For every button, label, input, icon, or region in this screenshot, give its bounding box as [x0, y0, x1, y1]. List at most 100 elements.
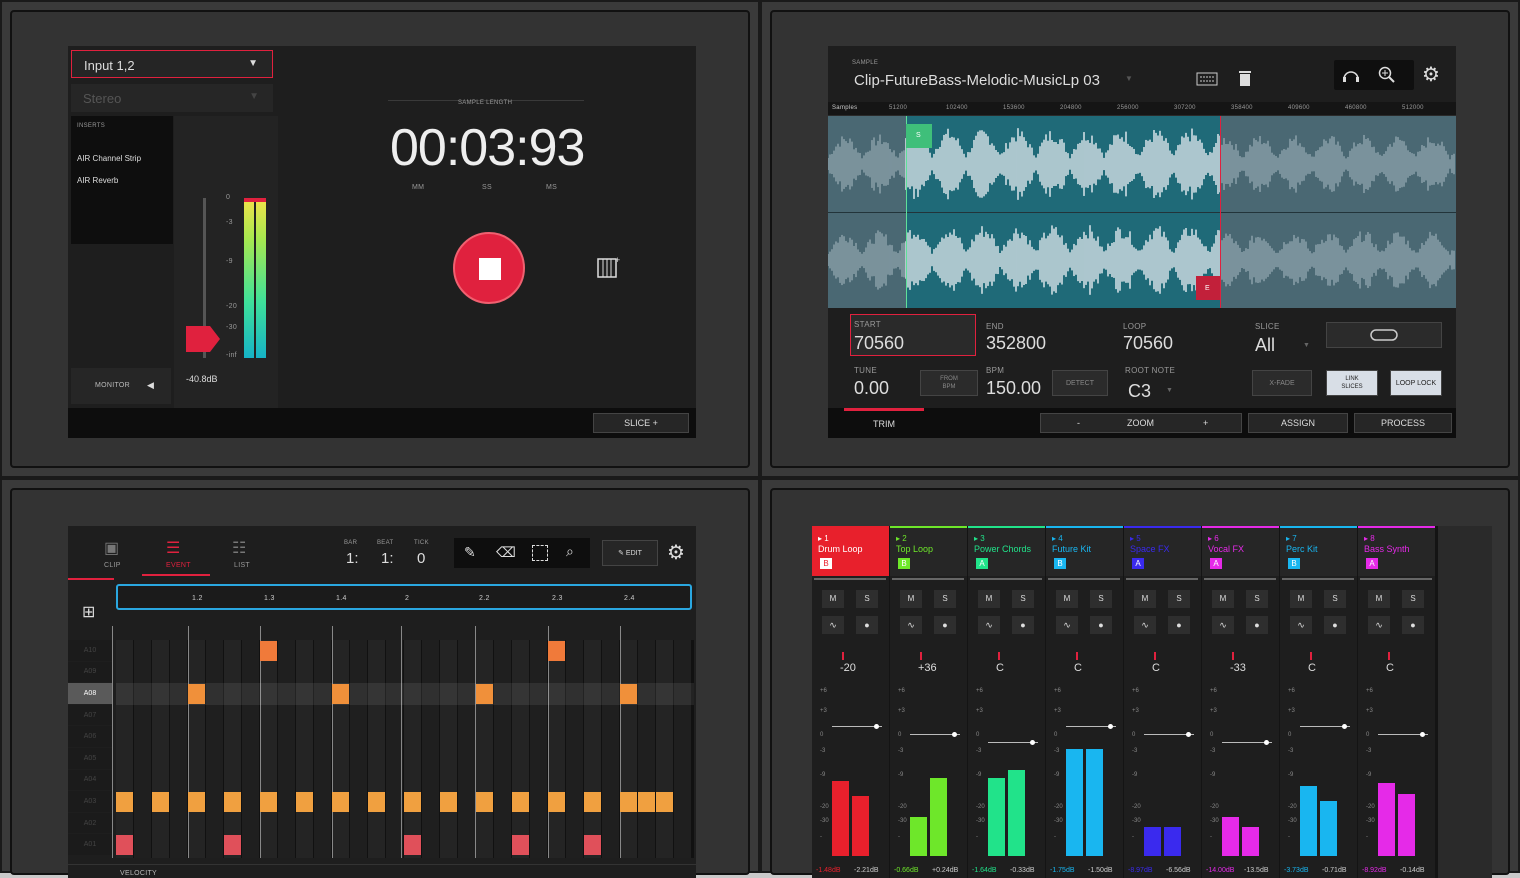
loop-value[interactable]: 70560	[1123, 333, 1173, 354]
record-arm-icon[interactable]: ●	[1090, 616, 1112, 634]
note-event[interactable]	[116, 792, 133, 812]
pan-value[interactable]: C	[1152, 662, 1160, 674]
pad-row-label[interactable]: A03	[68, 791, 112, 812]
note-event[interactable]	[188, 684, 205, 704]
pad-row-label[interactable]: A10	[68, 640, 112, 661]
mode-select[interactable]: Stereo ▼	[71, 84, 273, 112]
fader-handle[interactable]	[1264, 740, 1269, 745]
note-event[interactable]	[296, 792, 313, 812]
note-event[interactable]	[512, 792, 529, 812]
note-event[interactable]	[584, 835, 601, 855]
loop-lock-button[interactable]: LOOP LOCK	[1390, 370, 1442, 396]
pan-value[interactable]: C	[996, 662, 1004, 674]
automation-icon[interactable]: ∿	[1134, 616, 1156, 634]
pad-row-label[interactable]: A09	[68, 661, 112, 683]
sample-name[interactable]: Clip-FutureBass-Melodic-MusicLp 03	[854, 72, 1100, 89]
solo-button[interactable]: S	[1012, 590, 1034, 608]
note-event[interactable]	[512, 835, 529, 855]
zoom-icon[interactable]	[1378, 66, 1396, 84]
mute-button[interactable]: M	[900, 590, 922, 608]
fader-handle[interactable]	[1420, 732, 1425, 737]
mute-button[interactable]: M	[1368, 590, 1390, 608]
note-event[interactable]	[548, 641, 565, 661]
solo-button[interactable]: S	[934, 590, 956, 608]
note-event[interactable]	[260, 641, 277, 661]
pad-row-label[interactable]: A01	[68, 834, 112, 855]
pad-row-label[interactable]: A06	[68, 726, 112, 747]
solo-button[interactable]: S	[1246, 590, 1268, 608]
solo-button[interactable]: S	[856, 590, 878, 608]
note-event[interactable]	[656, 792, 673, 812]
mute-button[interactable]: M	[978, 590, 1000, 608]
note-event[interactable]	[224, 835, 241, 855]
note-event[interactable]	[620, 684, 637, 704]
keyboard-plus-icon[interactable]: +	[596, 254, 622, 280]
tick-value[interactable]: 0	[417, 550, 425, 567]
tab-clip[interactable]: ▣ CLIP	[70, 536, 130, 580]
note-event[interactable]	[224, 792, 241, 812]
assign-button[interactable]: ASSIGN	[1248, 413, 1348, 433]
note-event[interactable]	[332, 684, 349, 704]
bpm-value[interactable]: 150.00	[986, 378, 1041, 399]
note-event[interactable]	[620, 792, 637, 812]
pan-value[interactable]: -33	[1230, 662, 1246, 674]
record-arm-icon[interactable]: ●	[1012, 616, 1034, 634]
tab-trim[interactable]: TRIM	[844, 414, 924, 434]
zoom-icon[interactable]: ⌕	[566, 543, 574, 560]
pan-value[interactable]: C	[1074, 662, 1082, 674]
solo-button[interactable]: S	[1324, 590, 1346, 608]
record-arm-icon[interactable]: ●	[1246, 616, 1268, 634]
note-event[interactable]	[476, 792, 493, 812]
pad-row-label[interactable]: A05	[68, 748, 112, 769]
automation-icon[interactable]: ∿	[1368, 616, 1390, 634]
note-event[interactable]	[404, 792, 421, 812]
fader-handle[interactable]	[1030, 740, 1035, 745]
keyboard-icon[interactable]	[1196, 72, 1218, 86]
pencil-icon[interactable]: ✎	[464, 544, 476, 561]
fader-handle[interactable]	[952, 732, 957, 737]
zoom-out-button[interactable]: -	[1077, 418, 1080, 428]
detect-button[interactable]: DETECT	[1052, 370, 1108, 396]
start-marker[interactable]: S	[906, 124, 932, 148]
record-arm-icon[interactable]: ●	[1402, 616, 1424, 634]
solo-button[interactable]: S	[1168, 590, 1190, 608]
pad-row-label[interactable]: A02	[68, 812, 112, 834]
mute-button[interactable]: M	[1290, 590, 1312, 608]
stop-record-button[interactable]	[453, 232, 525, 304]
end-value[interactable]: 352800	[986, 333, 1046, 354]
slice-plus-button[interactable]: SLICE +	[593, 413, 689, 433]
pan-value[interactable]: +36	[918, 662, 937, 674]
solo-button[interactable]: S	[1402, 590, 1424, 608]
note-event[interactable]	[476, 684, 493, 704]
pan-value[interactable]: C	[1386, 662, 1394, 674]
beat-value[interactable]: 1:	[381, 550, 394, 567]
end-marker[interactable]: E	[1196, 276, 1220, 300]
note-event[interactable]	[152, 792, 169, 812]
tune-value[interactable]: 0.00	[854, 378, 889, 399]
edit-button[interactable]: ✎ EDIT	[602, 540, 658, 566]
record-arm-icon[interactable]: ●	[856, 616, 878, 634]
from-bpm-button[interactable]: FROM BPM	[920, 370, 978, 396]
headphones-icon[interactable]	[1342, 67, 1360, 83]
pad-row-label[interactable]: A08	[68, 683, 112, 704]
fader-handle[interactable]	[1342, 724, 1347, 729]
mute-button[interactable]: M	[822, 590, 844, 608]
fader-handle[interactable]	[874, 724, 879, 729]
automation-icon[interactable]: ∿	[1056, 616, 1078, 634]
bar-value[interactable]: 1:	[346, 550, 359, 567]
pan-value[interactable]: C	[1308, 662, 1316, 674]
automation-icon[interactable]: ∿	[822, 616, 844, 634]
eraser-icon[interactable]: ⌫	[496, 544, 516, 561]
note-event[interactable]	[404, 835, 421, 855]
note-event[interactable]	[440, 792, 457, 812]
mute-button[interactable]: M	[1212, 590, 1234, 608]
monitor-button[interactable]: MONITOR ◀	[71, 368, 171, 404]
tab-list[interactable]: ☷ LIST	[220, 536, 280, 580]
fader-handle[interactable]	[1186, 732, 1191, 737]
note-event[interactable]	[548, 792, 565, 812]
record-arm-icon[interactable]: ●	[934, 616, 956, 634]
automation-icon[interactable]: ∿	[1290, 616, 1312, 634]
automation-icon[interactable]: ∿	[978, 616, 1000, 634]
piano-roll[interactable]: 1.2 1.3 1.4 2 2.2 2.3 2.4 A10 A09 A08 A07 A06 A05 A04…	[68, 580, 696, 878]
mute-button[interactable]: M	[1056, 590, 1078, 608]
